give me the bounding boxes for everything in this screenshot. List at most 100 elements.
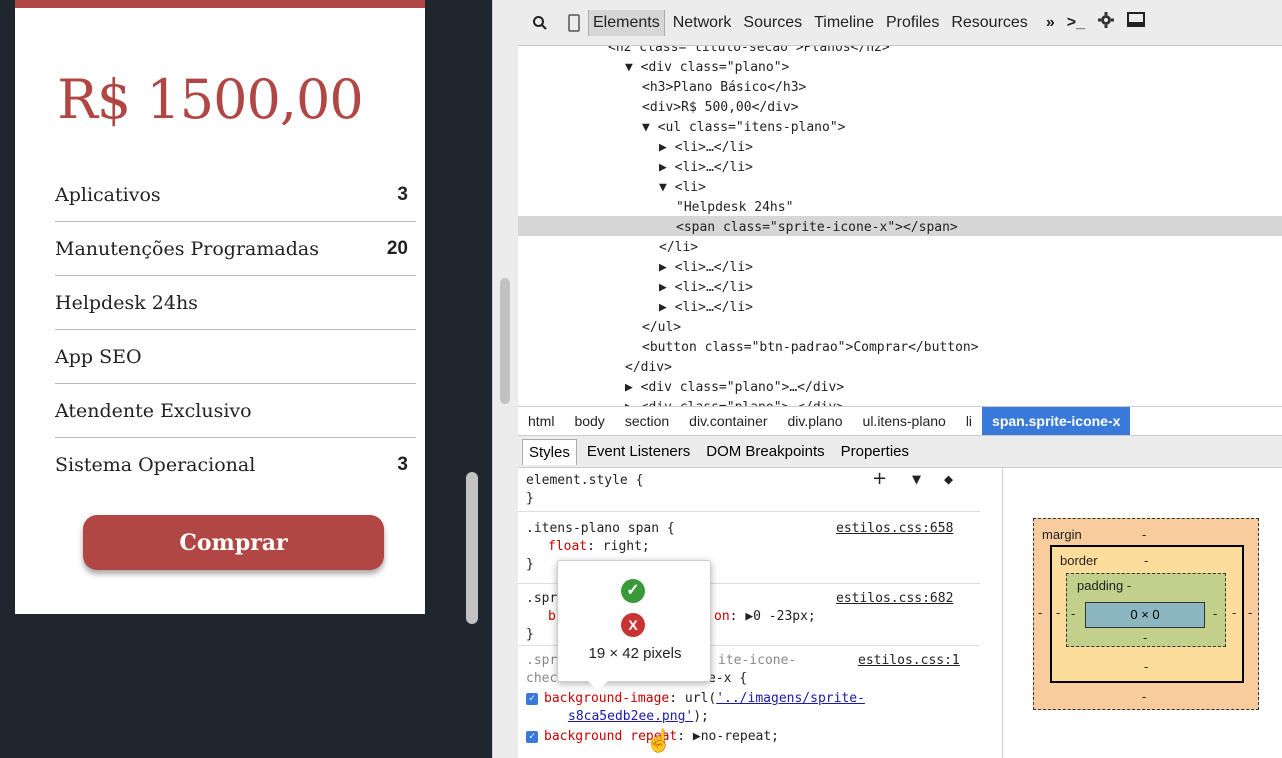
tab-profiles[interactable]: Profiles (882, 10, 943, 36)
toolbar-right: » >_ (1046, 11, 1145, 34)
dom-node-line[interactable]: ▶ <li>…</li> (659, 138, 753, 158)
dom-node-line[interactable]: <h3>Plano Básico</h3> (642, 78, 806, 98)
plan-price: R$ 1500,00 (57, 68, 363, 131)
gear-icon[interactable] (1097, 11, 1115, 34)
rule-selector: .spr (526, 591, 558, 606)
breadcrumb-item-selected[interactable]: span.sprite-icone-x (982, 407, 1131, 435)
plan-item: Helpdesk 24hs (55, 276, 416, 330)
dom-node-line[interactable]: ▶ <div class="plano">…</div> (625, 378, 844, 398)
tab-styles[interactable]: Styles (522, 438, 577, 465)
property-value: ); (693, 709, 709, 724)
margin-right-value: - (1248, 605, 1253, 620)
box-model-content: 0 × 0 (1085, 602, 1205, 628)
styles-scrollbar-thumb[interactable] (466, 472, 478, 624)
devtools-toolbar: Elements Network Sources Timeline Profil… (518, 0, 1282, 46)
sprite-url-link[interactable]: s8ca5edb2ee.png' (568, 709, 693, 724)
margin-left-value: - (1038, 605, 1043, 620)
plan-item-label: App SEO (55, 345, 142, 368)
dom-node-line[interactable]: <div>R$ 500,00</div> (642, 98, 799, 118)
dom-node-line[interactable]: <h2 class="titulo-secao">Planos</h2> (608, 46, 890, 58)
plan-item-label: Sistema Operacional (55, 454, 256, 476)
sprite-url-link[interactable]: '../imagens/sprite- (716, 691, 865, 706)
plan-item-count: 20 (386, 237, 408, 259)
dom-node-line[interactable]: ▼ <li> (659, 178, 706, 198)
plan-item-label: Aplicativos (55, 183, 161, 206)
border-bottom-value: - (1144, 659, 1149, 674)
tab-timeline[interactable]: Timeline (810, 10, 878, 36)
dom-node-line[interactable]: ▶ <div class="plano">…</div> (625, 398, 844, 406)
image-size-label: 19 × 42 pixels (588, 645, 682, 662)
breadcrumb-item[interactable]: div.container (679, 413, 777, 429)
styles-tab-bar: Styles Event Listeners DOM Breakpoints P… (518, 436, 1282, 468)
plan-item: Aplicativos 3 (55, 168, 416, 222)
tab-sources[interactable]: Sources (739, 10, 806, 36)
console-drawer-button[interactable]: >_ (1067, 14, 1085, 32)
rule-source-link[interactable]: estilos.css:682 (836, 590, 953, 608)
rule-close: } (526, 491, 534, 506)
dom-node-line[interactable]: <button class="btn-padrao">Comprar</butt… (642, 338, 979, 358)
property-name: background (544, 729, 623, 744)
breadcrumb-item[interactable]: li (956, 413, 982, 429)
tab-properties[interactable]: Properties (835, 439, 915, 464)
property-name: float (548, 539, 588, 554)
close-icon: X (621, 613, 645, 637)
rule-property-continued: s8ca5edb2ee.png'); (568, 708, 709, 726)
add-rule-icon[interactable]: + (872, 470, 887, 488)
dom-node-line[interactable]: ▶ <li>…</li> (659, 158, 753, 178)
device-mode-icon[interactable] (562, 11, 586, 35)
rule-close: } (526, 627, 534, 642)
dom-node-line[interactable]: </div> (625, 358, 672, 378)
property-value: url( (684, 691, 717, 706)
rule-property: float: right; (548, 539, 650, 554)
property-value: ▶0 -23px; (745, 609, 816, 624)
rule-source-link[interactable]: estilos.css:1 (858, 652, 960, 670)
breadcrumb-item[interactable]: body (564, 413, 614, 429)
breadcrumb-item[interactable]: ul.itens-plano (853, 413, 956, 429)
property-name: background-image (544, 691, 670, 706)
plan-item-label: Manutenções Programadas (55, 237, 319, 260)
dom-node-line[interactable]: ▶ <li>…</li> (659, 258, 753, 278)
buy-button[interactable]: Comprar (83, 515, 384, 570)
padding-right-value: - (1213, 606, 1218, 621)
padding-bottom-value: - (1143, 630, 1148, 645)
rule-selector: element.style { (526, 473, 644, 488)
dom-node-line[interactable]: ▶ <li>…</li> (659, 298, 753, 318)
palette-icon[interactable]: ◆ (944, 470, 953, 488)
tab-resources[interactable]: Resources (947, 10, 1031, 36)
plan-item-count: 3 (397, 183, 408, 205)
tab-elements[interactable]: Elements (588, 9, 665, 36)
dock-icon[interactable] (1126, 12, 1145, 33)
breadcrumb-item[interactable]: section (615, 413, 679, 429)
rule-source-link[interactable]: estilos.css:658 (836, 520, 953, 538)
property-name: on (714, 609, 730, 624)
dom-node-line[interactable]: </li> (659, 238, 698, 258)
more-tabs-button[interactable]: » (1046, 14, 1055, 32)
property-value: ▶no-repeat; (692, 729, 779, 744)
breadcrumb-item[interactable]: div.plano (778, 413, 853, 429)
property-value: right; (602, 539, 650, 554)
rule-selector: .spr (526, 653, 558, 668)
search-icon[interactable] (528, 11, 552, 35)
plan-item: Sistema Operacional 3 (55, 438, 416, 492)
dom-node-line[interactable]: ▼ <ul class="itens-plano"> (642, 118, 846, 138)
plan-item-count: 3 (397, 454, 408, 475)
dom-node-line[interactable]: "Helpdesk 24hs" (676, 198, 793, 218)
pin-icon[interactable]: ▼ (912, 470, 921, 488)
rule-selector: ite-icone- (718, 653, 797, 668)
tab-dom-breakpoints[interactable]: DOM Breakpoints (700, 439, 830, 464)
rule-element-style: element.style { + ▼ ◆ } (518, 468, 980, 512)
breadcrumb-item[interactable]: html (518, 413, 564, 429)
tab-event-listeners[interactable]: Event Listeners (581, 439, 696, 464)
rule-property: ✓ background-image: url('../imagens/sprit… (526, 690, 865, 708)
tab-network[interactable]: Network (669, 10, 736, 36)
dom-tree: <h2 class="titulo-secao">Planos</h2> ▼ <d… (518, 46, 1282, 406)
property-checkbox[interactable]: ✓ (526, 730, 538, 743)
breadcrumb: html body section div.container div.plan… (518, 406, 1282, 436)
property-checkbox[interactable]: ✓ (526, 692, 538, 705)
dom-node-line[interactable]: </ul> (642, 318, 681, 338)
dom-node-line[interactable]: ▼ <div class="plano"> (625, 58, 789, 78)
dom-scrollbar-thumb[interactable] (500, 278, 510, 404)
dom-node-line[interactable]: ▶ <li>…</li> (659, 278, 753, 298)
plan-items: Aplicativos 3 Manutenções Programadas 20 H… (55, 168, 416, 492)
dom-node-line[interactable]: <span class="sprite-icone-x"></span> (676, 218, 958, 238)
